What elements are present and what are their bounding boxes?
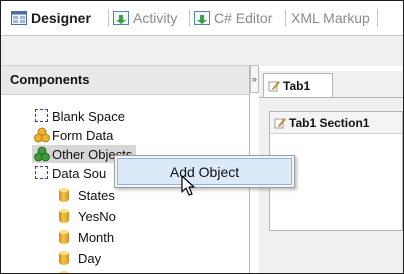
- tree-item-blank-space[interactable]: Blank Space: [34, 107, 125, 125]
- tree-item-data-sources[interactable]: Data Sou: [34, 164, 106, 182]
- tree-item-label: Month: [78, 229, 115, 245]
- data-cylinder-icon: [56, 250, 72, 266]
- tab-designer[interactable]: Designer: [11, 7, 91, 29]
- dashed-box-icon: [34, 108, 50, 124]
- data-cylinder-icon: [56, 187, 72, 203]
- tree-item-partial[interactable]: [56, 269, 74, 273]
- components-title: Components: [10, 72, 90, 87]
- data-cylinder-icon: [56, 208, 72, 224]
- dashed-box-icon: [34, 165, 50, 181]
- designer-window: Designer Activity C# Editor XML Markup C…: [0, 0, 404, 274]
- mouse-cursor-icon: [181, 175, 197, 197]
- objects-icon: [34, 146, 50, 162]
- tree-item-form-data[interactable]: Form Data: [34, 126, 113, 144]
- tab-csharp-editor[interactable]: C# Editor: [194, 7, 272, 29]
- collapse-panel-button[interactable]: »: [250, 65, 259, 93]
- activity-icon: [113, 11, 129, 25]
- tab-xml-markup-label: XML Markup: [291, 10, 370, 26]
- tab-separator: [189, 9, 190, 27]
- tab-separator: [377, 9, 378, 27]
- tree-item-label: YesNo: [78, 208, 116, 224]
- section-header: Tab1 Section1: [270, 112, 402, 134]
- data-cylinder-icon: [56, 229, 72, 245]
- view-tab-bar: Designer Activity C# Editor XML Markup: [1, 1, 403, 36]
- tab-designer-label: Designer: [31, 10, 91, 26]
- section-title: Tab1 Section1: [289, 115, 370, 130]
- tab-separator: [108, 9, 109, 27]
- tree-item-month[interactable]: Month: [56, 228, 114, 246]
- context-menu: Add Object: [114, 155, 295, 188]
- tree-item-day[interactable]: Day: [56, 249, 101, 267]
- edit-icon: [268, 80, 280, 92]
- context-menu-add-object[interactable]: Add Object: [117, 158, 292, 185]
- designer-tab[interactable]: Tab1: [263, 73, 333, 97]
- tab-csharp-editor-label: C# Editor: [214, 10, 273, 26]
- tree-item-label: Form Data: [52, 127, 114, 143]
- tree-item-label: Blank Space: [52, 108, 125, 124]
- tab-separator: [285, 9, 286, 27]
- toolbar-area: [1, 36, 403, 66]
- tree-item-yesno[interactable]: YesNo: [56, 207, 116, 225]
- csharp-editor-icon: [194, 11, 210, 25]
- data-cylinder-icon: [56, 270, 72, 273]
- tree-item-states[interactable]: States: [56, 186, 115, 204]
- tree-item-label: Data Sou: [52, 165, 107, 181]
- tab-xml-markup[interactable]: XML Markup: [291, 7, 370, 29]
- designer-icon: [11, 11, 27, 25]
- shapes-icon: [34, 127, 50, 143]
- components-panel-header: Components: [1, 65, 249, 95]
- designer-tab-label: Tab1: [283, 78, 311, 93]
- tree-item-label: Day: [78, 250, 102, 266]
- tab-activity-label: Activity: [133, 10, 178, 26]
- tree-item-label: States: [78, 187, 115, 203]
- edit-icon: [274, 117, 286, 129]
- tab-activity[interactable]: Activity: [113, 7, 177, 29]
